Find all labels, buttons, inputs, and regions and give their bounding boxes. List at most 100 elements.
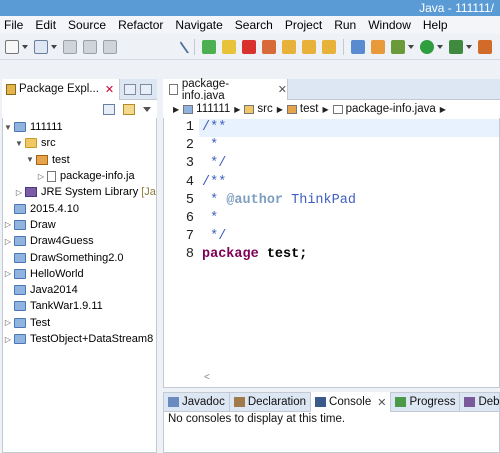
java-file-icon [47,170,56,182]
project-icon [14,334,26,344]
tree-item[interactable]: ▼ test [4,152,157,168]
new-dropdown-icon[interactable] [22,44,28,49]
project-icon [14,252,26,263]
run-external-icon[interactable] [449,39,463,54]
menu-item-navigate[interactable]: Navigate [175,16,222,34]
tab-debug[interactable]: Debug [460,392,500,412]
menu-item-refactor[interactable]: Refactor [118,16,163,34]
tab-package-info[interactable]: package-info.java ✕ [163,78,288,102]
menu-item-project[interactable]: Project [285,16,322,34]
menu-item-search[interactable]: Search [235,16,273,34]
suspend-icon[interactable] [222,39,236,54]
debug-dropdown-icon[interactable] [408,44,414,49]
menu-item-help[interactable]: Help [423,16,448,34]
close-icon[interactable]: ✕ [377,396,386,409]
link-with-editor-icon[interactable] [123,103,135,115]
breadcrumb-item[interactable]: src [257,103,272,115]
tree-item[interactable]: ▷ Draw [4,217,157,233]
external-dropdown-icon[interactable] [466,44,472,49]
project-dropdown-icon[interactable] [51,44,57,49]
step-into-icon[interactable] [282,39,296,54]
expander-icon[interactable]: ▷ [15,188,23,197]
disconnect-icon[interactable] [262,39,276,54]
tab-progress[interactable]: Progress [391,392,461,412]
expander-icon[interactable]: ▼ [26,155,34,164]
save-all-icon[interactable] [83,39,97,54]
expander-icon[interactable]: ▷ [4,335,12,344]
breadcrumb-arrow-icon[interactable]: ▶ [440,105,446,114]
breadcrumb-item[interactable]: test [300,103,319,115]
breadcrumb-arrow-icon[interactable]: ▶ [322,105,328,114]
tab-label: Javadoc [182,396,225,408]
new-project-icon[interactable] [34,39,48,54]
breadcrumb-item[interactable]: package-info.java [346,103,436,115]
external-tools-icon[interactable] [371,39,385,54]
expander-icon[interactable]: ▷ [4,318,12,327]
tab-javadoc[interactable]: Javadoc [164,392,230,412]
new-java-project-icon[interactable] [478,39,492,54]
project-icon [14,285,26,296]
new-icon[interactable] [5,39,19,54]
expander-icon[interactable]: ▷ [4,220,12,229]
tree-item[interactable]: TankWar1.9.11 [4,298,157,314]
tree-item[interactable]: ▷ Test [4,315,157,331]
line-number: 7 [185,229,194,245]
tree-item-label: Draw [30,218,56,231]
tree-item[interactable]: ▷ TestObject+DataStream8 [4,331,157,347]
javadoc-icon [168,397,179,407]
menu-item-window[interactable]: Window [368,16,411,34]
debug-icon[interactable] [391,39,405,54]
expander-icon[interactable]: ▷ [37,172,45,181]
tree-item[interactable]: ▷ Draw4Guess [4,233,157,249]
breadcrumb-arrow-icon[interactable]: ▶ [277,105,283,114]
breadcrumb-arrow-icon[interactable]: ▶ [234,105,240,114]
tree-item[interactable]: ▷ package-info.ja [4,168,157,184]
step-return-icon[interactable] [322,39,336,54]
tab-package-explorer[interactable]: Package Expl... ✕ [2,78,120,100]
menu-item-source[interactable]: Source [68,16,106,34]
tab-console[interactable]: Console ✕ [311,392,392,412]
line-number: 1 [185,120,194,135]
print-icon[interactable] [103,39,117,54]
tree-item[interactable]: DrawSomething2.0 [4,249,157,265]
run-icon[interactable] [420,39,434,54]
scroll-left-icon[interactable]: < [204,372,210,383]
tree-item[interactable]: ▷ HelloWorld [4,266,157,282]
close-icon[interactable]: ✕ [278,83,287,96]
toggle-icon[interactable] [351,39,365,54]
collapse-all-icon[interactable] [103,103,115,115]
tree-item-label: 2015.4.10 [30,202,79,215]
breadcrumb: ▶ 111111 ▶ src ▶ test ▶ package-info.java ▶ [163,100,500,118]
terminate-icon[interactable] [242,39,256,54]
library-icon [25,187,37,198]
breadcrumb-item[interactable]: 111111 [196,103,230,115]
code-token: test; [258,247,308,263]
tab-declaration[interactable]: Declaration [230,392,312,412]
maximize-icon[interactable] [140,83,152,95]
run-dropdown-icon[interactable] [437,44,443,49]
close-icon[interactable]: ✕ [105,83,114,96]
expander-icon[interactable]: ▼ [4,123,12,132]
minimize-icon[interactable] [124,83,136,95]
resume-icon[interactable] [202,39,216,54]
view-menu-icon[interactable] [143,106,151,112]
expander-icon[interactable]: ▷ [4,269,12,278]
tree-item[interactable]: ▼ 111111 [4,119,157,135]
tree-item-label: package-info.ja [60,170,135,183]
tree-item[interactable]: 2015.4.10 [4,200,157,216]
menu-item-run[interactable]: Run [334,16,356,34]
code-token: package [202,247,259,263]
expander-icon[interactable]: ▷ [4,237,12,246]
tree-item[interactable]: ▷ JRE System Library [Ja [4,184,157,200]
expander-icon[interactable]: ▼ [15,139,23,148]
save-icon[interactable] [63,39,77,54]
horizontal-scrollbar[interactable]: < [198,372,498,386]
tree-item-suffix: [Ja [141,186,156,199]
breadcrumb-arrow-icon[interactable]: ▶ [173,105,179,114]
menu-item-edit[interactable]: Edit [35,16,56,34]
tree-item[interactable]: Java2014 [4,282,157,298]
step-over-icon[interactable] [302,39,316,54]
pin-icon[interactable] [179,39,191,54]
tree-item[interactable]: ▼ src [4,135,157,151]
menu-item-file[interactable]: File [4,16,23,34]
